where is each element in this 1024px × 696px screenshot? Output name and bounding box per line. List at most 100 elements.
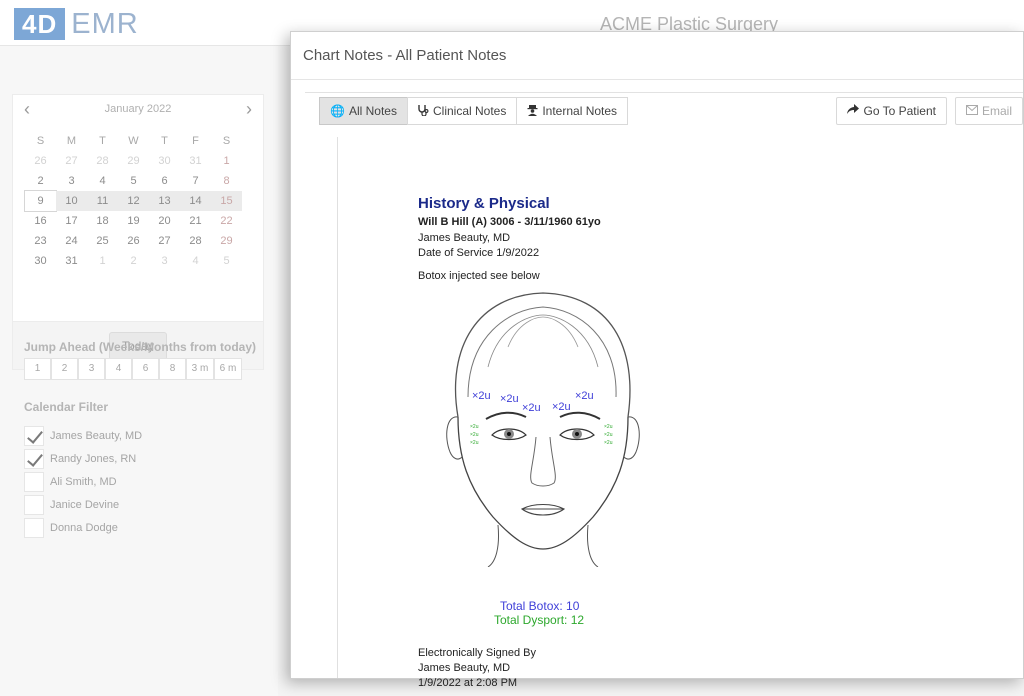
modal-title: Chart Notes - All Patient Notes [303, 47, 507, 64]
filter-checkbox[interactable] [24, 517, 44, 538]
calendar-day[interactable]: 16 [25, 211, 56, 231]
calendar-day[interactable]: 31 [56, 251, 87, 271]
calendar-day[interactable]: 1 [87, 251, 118, 271]
calendar-day[interactable]: 23 [25, 231, 56, 251]
calendar-day[interactable]: 13 [149, 191, 180, 211]
calendar-day[interactable]: 30 [149, 151, 180, 171]
patient-line: Will B Hill (A) 3006 - 3/11/1960 61yo [418, 216, 601, 228]
next-month-icon[interactable]: › [241, 99, 257, 120]
modal-body: 🌐 All Notes Clinical Notes Internal Note… [305, 92, 1023, 689]
calendar-day[interactable]: 30 [25, 251, 56, 271]
go-to-patient-button[interactable]: Go To Patient [836, 97, 947, 125]
calendar-grid: S M T W T F S 26 27 28 29 30 31 1 2 3 4 5 6 7 8 9 10 11 12 13 14 15… [24, 131, 242, 271]
jump-ahead-button[interactable]: 2 [51, 358, 78, 380]
calendar-day[interactable]: 20 [149, 211, 180, 231]
logo-mark: 4D [14, 8, 66, 40]
calendar-day[interactable]: 18 [87, 211, 118, 231]
calendar-day[interactable]: 29 [118, 151, 149, 171]
calendar-day[interactable]: 28 [180, 231, 211, 251]
filter-checkbox[interactable] [24, 494, 44, 515]
jump-ahead-buttons: 1234683 m6 m [24, 358, 242, 380]
calendar-day[interactable]: 19 [118, 211, 149, 231]
filter-label: James Beauty, MD [50, 429, 143, 442]
signed-by-label: Electronically Signed By [418, 647, 537, 659]
jump-ahead-button[interactable]: 1 [24, 358, 51, 380]
filter-checkbox[interactable] [24, 425, 44, 446]
email-button[interactable]: Email [954, 97, 1023, 125]
date-of-service: Date of Service 1/9/2022 [418, 247, 540, 259]
filter-item[interactable]: Janice Devine [24, 493, 142, 516]
jump-ahead-button[interactable]: 4 [105, 358, 132, 380]
face-injection-diagram: ×2u ×2u ×2u ×2u ×2u ×2u ×2u ×2u ×2u ×2u … [446, 292, 640, 567]
tab-all-notes[interactable]: 🌐 All Notes [319, 97, 408, 125]
provider-line: James Beauty, MD [418, 232, 511, 244]
calendar-day[interactable]: 26 [25, 151, 56, 171]
calendar-day[interactable]: 2 [25, 171, 56, 191]
calendar-dow-label: W [128, 135, 139, 147]
calendar-day[interactable]: 5 [118, 171, 149, 191]
user-secret-icon [527, 104, 538, 119]
calendar-day[interactable]: 10 [56, 191, 87, 211]
tab-all-notes-label: All Notes [348, 104, 397, 118]
jump-ahead-button[interactable]: 6 m [214, 358, 242, 380]
calendar-day[interactable]: 4 [87, 171, 118, 191]
jump-ahead-button[interactable]: 6 [132, 358, 159, 380]
dysport-mark: ×2u [470, 424, 479, 430]
calendar-day[interactable]: 5 [211, 251, 242, 271]
tab-internal-notes[interactable]: Internal Notes [516, 97, 629, 125]
filter-checkbox[interactable] [24, 471, 44, 492]
calendar-month-label[interactable]: January 2022 [13, 103, 263, 115]
signed-timestamp: 1/9/2022 at 2:08 PM [418, 677, 518, 689]
calendar-day[interactable]: 1 [211, 151, 242, 171]
jump-ahead-button[interactable]: 3 [78, 358, 105, 380]
calendar-day[interactable]: 22 [211, 211, 242, 231]
app-logo[interactable]: 4D EMR [14, 8, 139, 40]
filter-item[interactable]: Ali Smith, MD [24, 470, 142, 493]
filter-item[interactable]: Donna Dodge [24, 516, 142, 539]
calendar-dow-label: F [192, 135, 199, 147]
calendar-day[interactable]: 31 [180, 151, 211, 171]
calendar-day[interactable]: 15 [211, 191, 242, 211]
filter-item[interactable]: James Beauty, MD [24, 424, 142, 447]
calendar-day[interactable]: 8 [211, 171, 242, 191]
injection-mark: ×2u [472, 390, 491, 402]
calendar-day[interactable]: 2 [118, 251, 149, 271]
calendar-day[interactable]: 3 [56, 171, 87, 191]
filter-label: Ali Smith, MD [50, 475, 117, 488]
calendar-day[interactable]: 29 [211, 231, 242, 251]
calendar-day[interactable]: 9 [24, 190, 57, 212]
filter-label: Janice Devine [50, 498, 120, 511]
calendar-day[interactable]: 28 [87, 151, 118, 171]
calendar-day[interactable]: 6 [149, 171, 180, 191]
calendar-dow-label: S [222, 135, 231, 147]
total-dysport: Total Dysport: 12 [494, 613, 585, 627]
calendar-day[interactable]: 27 [56, 151, 87, 171]
note-viewer[interactable]: History & Physical Will B Hill (A) 3006 … [337, 137, 1023, 689]
tab-clinical-notes[interactable]: Clinical Notes [406, 97, 518, 125]
jump-ahead-button[interactable]: 3 m [186, 358, 214, 380]
calendar-day[interactable]: 4 [180, 251, 211, 271]
dysport-mark: ×2u [604, 440, 613, 446]
calendar-day[interactable]: 26 [118, 231, 149, 251]
calendar-day[interactable]: 11 [87, 191, 118, 211]
calendar-day[interactable]: 7 [180, 171, 211, 191]
calendar-dow-label: M [66, 135, 77, 147]
filter-item[interactable]: Randy Jones, RN [24, 447, 142, 470]
jump-ahead-button[interactable]: 8 [159, 358, 186, 380]
share-arrow-icon [847, 104, 860, 118]
calendar-day[interactable]: 3 [149, 251, 180, 271]
calendar-day[interactable]: 21 [180, 211, 211, 231]
calendar-filter-list: James Beauty, MD Randy Jones, RN Ali Smith… [24, 424, 142, 539]
dysport-mark: ×2u [470, 440, 479, 446]
calendar-day[interactable]: 25 [87, 231, 118, 251]
signer-name: James Beauty, MD [418, 662, 511, 674]
calendar-day[interactable]: 17 [56, 211, 87, 231]
calendar-day[interactable]: 14 [180, 191, 211, 211]
calendar-day[interactable]: 27 [149, 231, 180, 251]
envelope-icon [965, 104, 978, 118]
go-to-patient-label: Go To Patient [863, 104, 936, 118]
filter-checkbox[interactable] [24, 448, 44, 469]
stethoscope-icon [418, 104, 429, 119]
calendar-day[interactable]: 12 [118, 191, 149, 211]
calendar-day[interactable]: 24 [56, 231, 87, 251]
